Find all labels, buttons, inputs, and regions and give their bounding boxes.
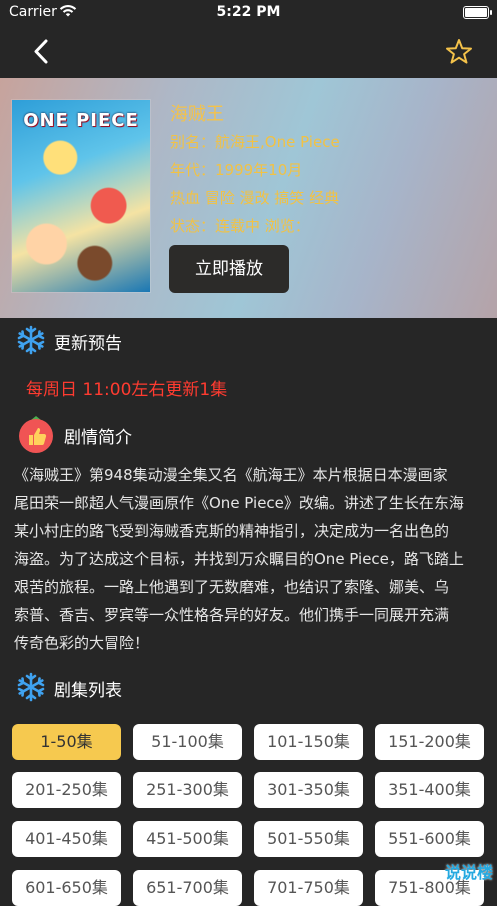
episode-range-button[interactable]: 51-100集: [133, 724, 242, 760]
episode-range-button[interactable]: 501-550集: [254, 821, 363, 857]
episode-range-button[interactable]: 251-300集: [133, 772, 242, 808]
synopsis-line: 尾田荣一郎超人气漫画原作《One Piece》改编。讲述了生长在东海: [14, 494, 464, 512]
battery-icon: [463, 6, 492, 19]
episode-range-button[interactable]: 151-200集: [375, 724, 484, 760]
anime-alias: 别名：航海王,One Piece: [170, 133, 340, 151]
nav-bar: [0, 26, 497, 78]
episode-range-button[interactable]: 301-350集: [254, 772, 363, 808]
episode-range-button[interactable]: 351-400集: [375, 772, 484, 808]
snowflake-icon: [17, 672, 45, 702]
synopsis-line: 《海贼王》第948集动漫全集又名《航海王》本片根据日本漫画家: [14, 466, 448, 484]
synopsis-line: 索普、香吉、罗宾等一众性格各异的好友。他们携手一同展开充满: [14, 606, 450, 624]
episode-range-button[interactable]: 401-450集: [12, 821, 121, 857]
anime-poster[interactable]: ONE PIECE: [12, 100, 150, 292]
star-outline-icon: [446, 39, 472, 64]
plot-synopsis: 《海贼王》第948集动漫全集又名《航海王》本片根据日本漫画家 尾田荣一郎超人气漫…: [14, 461, 484, 657]
play-now-button[interactable]: 立即播放: [169, 245, 289, 293]
snowflake-icon: [17, 325, 45, 355]
synopsis-line: 海盗。为了达成这个目标，并找到万众瞩目的One Piece，路飞踏上: [14, 550, 464, 568]
thumbs-up-tomato-icon: [19, 416, 53, 453]
episode-range-button[interactable]: 701-750集: [254, 870, 363, 906]
clock: 5:22 PM: [216, 4, 281, 20]
plot-heading: 剧情简介: [64, 428, 132, 448]
episode-range-button[interactable]: 451-500集: [133, 821, 242, 857]
episode-range-button[interactable]: 1-50集: [12, 724, 121, 760]
anime-info: 海贼王 别名：航海王,One Piece 年代：1999年10月 热血 冒险 漫…: [170, 100, 340, 240]
episode-range-button[interactable]: 551-600集: [375, 821, 484, 857]
back-button[interactable]: [26, 36, 58, 68]
update-heading: 更新预告: [54, 334, 122, 354]
anime-year: 年代：1999年10月: [170, 161, 303, 179]
episodes-heading: 剧集列表: [54, 681, 122, 701]
episode-range-button[interactable]: 651-700集: [133, 870, 242, 906]
episode-range-button[interactable]: 601-650集: [12, 870, 121, 906]
chevron-left-icon: [34, 39, 48, 64]
status-bar: Carrier 5:22 PM: [0, 0, 497, 26]
anime-title: 海贼王: [170, 104, 224, 125]
episode-range-button[interactable]: 201-250集: [12, 772, 121, 808]
anime-tags: 热血 冒险 漫改 搞笑 经典: [170, 189, 340, 207]
anime-status: 状态：连载中 浏览：: [170, 217, 310, 235]
favorite-button[interactable]: [443, 36, 475, 68]
watermark-logo: 说说楼: [444, 863, 493, 882]
synopsis-line: 艰苦的旅程。一路上他遇到了无数磨难，也结识了索隆、娜美、乌: [14, 578, 450, 596]
episode-range-button[interactable]: 101-150集: [254, 724, 363, 760]
update-notice: 每周日 11:00左右更新1集: [26, 380, 228, 400]
anime-hero: ONE PIECE 海贼王 别名：航海王,One Piece 年代：1999年1…: [0, 78, 497, 318]
poster-logo: ONE PIECE: [23, 110, 139, 131]
synopsis-line: 某小村庄的路飞受到海贼香克斯的精神指引，决定成为一名出色的: [14, 522, 450, 540]
synopsis-line: 传奇色彩的大冒险！: [14, 634, 150, 652]
